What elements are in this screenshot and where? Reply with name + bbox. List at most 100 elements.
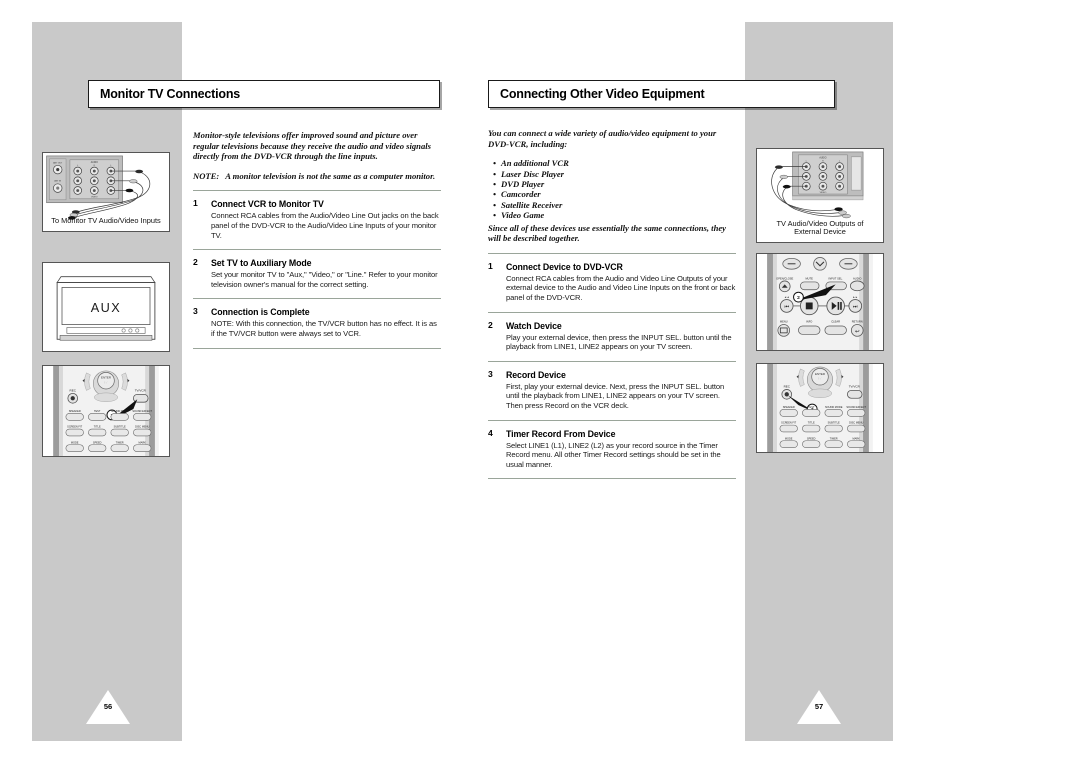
step-heading: Connection is Complete: [211, 307, 310, 318]
remote-tvvcr-figure: ENTER ☞ REC TV/VCR 3 SPEAKERTESTSOUND MO…: [42, 365, 170, 457]
svg-text:☞: ☞: [818, 376, 822, 381]
svg-text:MODE: MODE: [785, 437, 793, 440]
page-number-text: 57: [814, 702, 824, 711]
manual-page-spread: Monitor TV Connections Connecting Other …: [0, 0, 1080, 763]
divider: [193, 190, 441, 192]
svg-text:↩: ↩: [855, 329, 860, 335]
left-page-number: 56: [86, 690, 130, 724]
list-item: Satellite Receiver: [493, 200, 736, 211]
divider: [488, 252, 736, 254]
svg-text:ENTER: ENTER: [815, 372, 825, 376]
step-heading: Set TV to Auxiliary Mode: [211, 258, 312, 269]
step-item: 2 Watch Device Play your external device…: [488, 320, 736, 352]
svg-text:TIMER: TIMER: [116, 441, 124, 444]
step-heading: Connect VCR to Monitor TV: [211, 199, 324, 210]
svg-text:SPEAKER: SPEAKER: [69, 410, 81, 413]
page-number-text: 56: [103, 702, 113, 711]
svg-text:VIDEO: VIDEO: [820, 192, 827, 194]
step-heading: Record Device: [506, 369, 566, 380]
divider: [488, 419, 736, 421]
external-device-jacks-figure: AUDIO L R L VIDEO TV Audio/Video Outputs…: [756, 148, 884, 243]
step-heading: Connect Device to DVD-VCR: [506, 261, 623, 272]
svg-text:AUDIO: AUDIO: [853, 276, 861, 280]
step-number: 2: [193, 257, 198, 268]
step-number: 1: [193, 198, 198, 209]
step-number: 2: [488, 319, 493, 330]
right-intro-paragraph-2: Since all of these devices use essential…: [488, 222, 726, 244]
list-item: DVD Player: [493, 179, 736, 190]
svg-text:INFO: INFO: [806, 320, 812, 324]
step-item: 2 Set TV to Auxiliary Mode Set your moni…: [193, 257, 441, 289]
svg-text:TITLE: TITLE: [808, 422, 815, 425]
remote-rec-diagram: ENTER ☞ REC TV/VCR 3 SPEAKERTESTSOUND MO…: [767, 364, 873, 452]
remote-input-sel-figure: OPEN/CLOSE MUTE INPUT SEL. AUDIO ◄◄ ►► ⏮ ⏭: [756, 253, 884, 351]
svg-text:SCREEN FIT: SCREEN FIT: [67, 426, 83, 429]
svg-text:AUX: AUX: [91, 300, 122, 315]
svg-text:SCREEN FIT: SCREEN FIT: [781, 422, 797, 425]
svg-text:SPEED: SPEED: [93, 441, 102, 444]
step-number: 4: [488, 427, 493, 438]
step-text: Connect RCA cables from the Audio and Vi…: [506, 273, 736, 302]
svg-text:AUDIO: AUDIO: [819, 156, 826, 159]
divider: [488, 311, 736, 313]
svg-text:◄◄: ◄◄: [784, 296, 790, 299]
svg-text:VIDEO: VIDEO: [91, 196, 98, 198]
svg-text:REC: REC: [70, 388, 77, 392]
svg-text:TIMER: TIMER: [830, 437, 838, 440]
svg-text:SOUND EFFECT: SOUND EFFECT: [132, 410, 152, 413]
svg-text:REC: REC: [784, 384, 791, 388]
step-item: 3 Record Device First, play your externa…: [488, 369, 736, 411]
step-item: 1 Connect VCR to Monitor TV Connect RCA …: [193, 198, 441, 240]
svg-text:TV/VCR: TV/VCR: [849, 384, 861, 388]
step-item: 4 Timer Record From Device Select LINE1 …: [488, 428, 736, 470]
divider: [193, 249, 441, 251]
right-page-number: 57: [797, 690, 841, 724]
divider: [488, 478, 736, 480]
jack-panel-figure: ANT OUT ANT IN AUDIO L R L VIDEO To Moni…: [42, 152, 170, 232]
svg-text:SUBTITLE: SUBTITLE: [114, 426, 126, 429]
right-page-text-column: You can connect a wide variety of audio/…: [488, 128, 736, 486]
step-heading: Watch Device: [506, 320, 562, 331]
aux-tv-diagram: AUX: [56, 276, 156, 341]
svg-text:SOUND MODE: SOUND MODE: [825, 406, 843, 409]
svg-text:ANT OUT: ANT OUT: [53, 162, 63, 165]
right-section-title-bar: Connecting Other Video Equipment: [488, 80, 835, 108]
svg-text:SOUND MODE: SOUND MODE: [111, 410, 129, 413]
svg-text:INPUT SEL.: INPUT SEL.: [829, 276, 844, 280]
remote-rec-figure: ENTER ☞ REC TV/VCR 3 SPEAKERTESTSOUND MO…: [756, 363, 884, 453]
step-text: Select LINE1 (L1), LINE2 (L2) as your re…: [506, 440, 721, 469]
svg-text:ANT IN: ANT IN: [54, 179, 61, 182]
list-item: Camcorder: [493, 189, 736, 200]
step-number: 3: [193, 306, 198, 317]
step-number: 3: [488, 368, 493, 379]
svg-text:DISC MENU: DISC MENU: [849, 422, 863, 425]
left-note: NOTE: A monitor television is not the sa…: [193, 171, 441, 182]
svg-text:DISC MENU: DISC MENU: [135, 426, 149, 429]
step-text: Play your external device, then press th…: [506, 332, 732, 352]
left-page-title: Monitor TV Connections: [100, 87, 241, 101]
svg-text:OPEN/CLOSE: OPEN/CLOSE: [776, 276, 793, 280]
svg-text:MODE: MODE: [71, 441, 79, 444]
remote-input-sel-diagram: OPEN/CLOSE MUTE INPUT SEL. AUDIO ◄◄ ►► ⏮ ⏭: [767, 254, 873, 350]
svg-text:RETURN: RETURN: [852, 320, 863, 324]
list-item: An additional VCR: [493, 158, 736, 169]
svg-text:ENTER: ENTER: [101, 376, 111, 380]
left-page-text-column: Monitor-style televisions offer improved…: [193, 130, 441, 356]
list-item: Video Game: [493, 210, 736, 221]
step-heading: Timer Record From Device: [506, 428, 616, 439]
svg-text:SUBTITLE: SUBTITLE: [828, 422, 840, 425]
aux-tv-figure: AUX: [42, 262, 170, 352]
left-intro-paragraph: Monitor-style televisions offer improved…: [193, 130, 431, 162]
svg-text:☞: ☞: [104, 380, 108, 385]
remote-tvvcr-diagram: ENTER ☞ REC TV/VCR 3 SPEAKERTESTSOUND MO…: [53, 366, 159, 456]
step-item: 1 Connect Device to DVD-VCR Connect RCA …: [488, 261, 736, 303]
step-number: 1: [488, 260, 493, 271]
svg-text:2: 2: [797, 295, 800, 301]
svg-text:TITLE: TITLE: [94, 426, 101, 429]
svg-text:SPEAKER: SPEAKER: [783, 406, 795, 409]
left-section-title-bar: Monitor TV Connections: [88, 80, 440, 108]
svg-text:MUTE: MUTE: [806, 276, 814, 280]
svg-text:AUDIO: AUDIO: [91, 161, 98, 164]
step-item: 3 Connection is Complete NOTE: With this…: [193, 306, 441, 338]
figure-caption: To Monitor TV Audio/Video Inputs: [51, 216, 161, 226]
